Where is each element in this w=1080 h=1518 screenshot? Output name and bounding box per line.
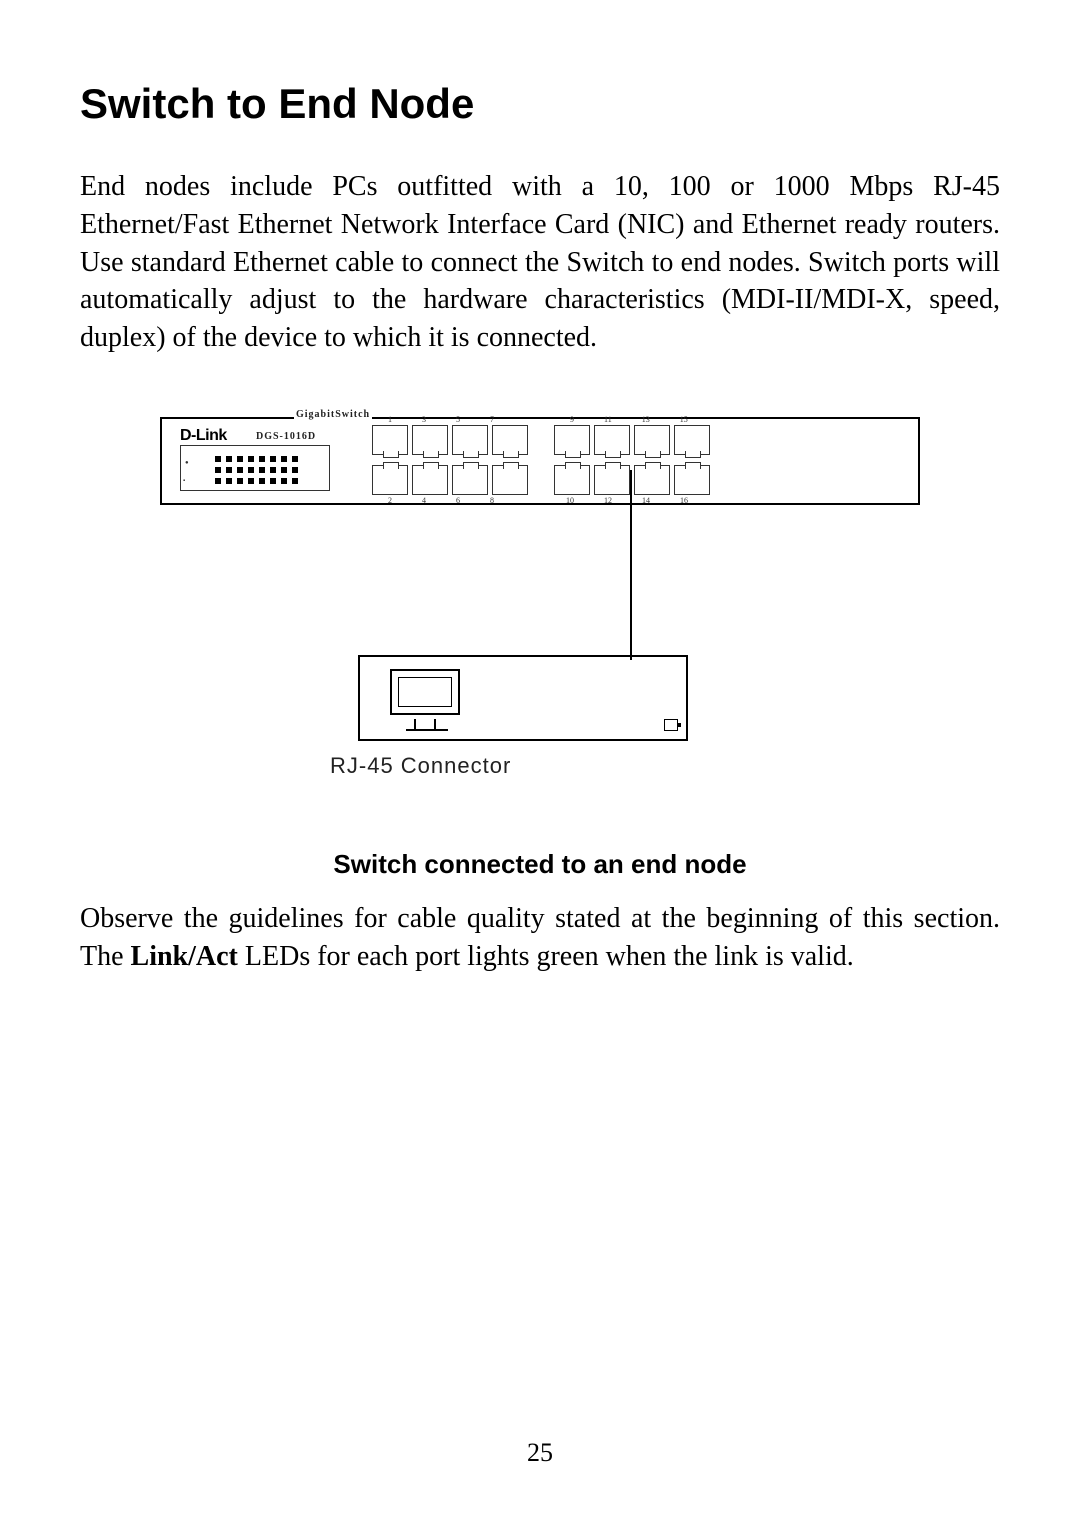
port-numbers-top-right: 9 11 13 15 [570,415,688,424]
switch-model: DGS-1016D [256,431,316,442]
port-row-bot-right [554,465,710,495]
rj45-plug-icon [664,719,678,731]
led-label-power: ● [185,460,189,466]
page-heading: Switch to End Node [80,80,1000,128]
paragraph-intro: End nodes include PCs outfitted with a 1… [80,168,1000,357]
paragraph-guidelines: Observe the guidelines for cable quality… [80,900,1000,976]
switch-product-label: GigabitSwitch [294,409,372,420]
port-numbers-top-left: 1 3 5 7 [388,415,494,424]
monitor-stand-icon [414,719,436,729]
port-row-bot-left [372,465,528,495]
port-row-top-right [554,425,710,455]
switch-diagram: GigabitSwitch D-Link DGS-1016D ● ▪ 1 3 5… [160,417,920,505]
led-grid [215,456,300,486]
cable-line [630,470,632,660]
led-label-status: ▪ [183,478,185,484]
figure-caption: Switch connected to an end node [80,849,1000,880]
port-row-top-left [372,425,528,455]
figure-sublabel: RJ-45 Connector [330,753,920,779]
end-node-diagram [358,655,688,741]
figure-container: GigabitSwitch D-Link DGS-1016D ● ▪ 1 3 5… [160,417,920,779]
page-number: 25 [0,1438,1080,1468]
monitor-icon [390,669,460,715]
switch-brand: D-Link [180,427,227,445]
port-numbers-bot-left: 2 4 6 8 [388,496,494,505]
link-act-bold: Link/Act [131,941,238,972]
port-numbers-bot-right: 10 12 14 16 [566,496,688,505]
led-panel: ● ▪ [180,445,330,491]
